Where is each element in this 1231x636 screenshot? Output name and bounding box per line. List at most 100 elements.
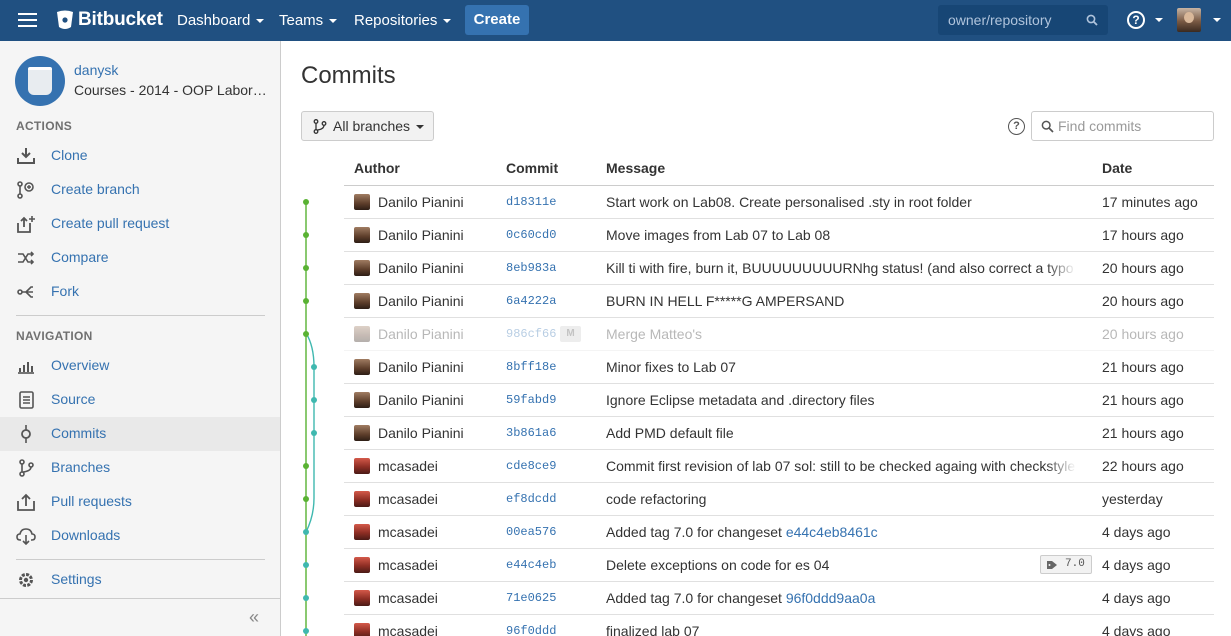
author-avatar: [354, 590, 370, 606]
author-avatar: [354, 458, 370, 474]
commit-date: 22 hours ago: [1102, 458, 1184, 474]
commit-author: Danilo Pianini: [378, 194, 464, 210]
commit-hash-link[interactable]: 8eb983a: [506, 261, 556, 275]
commit-hash-link[interactable]: 00ea576: [506, 525, 556, 539]
repository-name[interactable]: Courses - 2014 - OOP Laboratory: [74, 82, 269, 98]
gear-icon: [19, 573, 33, 587]
commit-author: mcasadei: [378, 590, 438, 606]
sidebar-item-label: Source: [51, 391, 96, 407]
commit-hash-link[interactable]: 3b861a6: [506, 426, 556, 440]
logo-text: Bitbucket: [78, 9, 163, 30]
commit-hash-link[interactable]: cde8ce9: [506, 459, 556, 473]
sidebar-item-fork[interactable]: Fork: [0, 275, 280, 309]
commit-hash-link[interactable]: ef8dcdd: [506, 492, 556, 506]
commit-hash-link[interactable]: 8bff18e: [506, 360, 556, 374]
graph-commit-dot: [303, 463, 309, 469]
commit-row[interactable]: Danilo Pianini 3b861a6 Add PMD default f…: [344, 417, 1214, 450]
commit-row[interactable]: mcasadei e44c4eb Delete exceptions on co…: [344, 549, 1214, 582]
chevron-down-icon: [443, 18, 452, 23]
chevron-down-icon: [329, 18, 338, 23]
commit-date: yesterday: [1102, 491, 1163, 507]
sidebar-item-settings[interactable]: Settings: [0, 563, 280, 597]
commit-hash-link[interactable]: 0c60cd0: [506, 228, 556, 242]
user-chevron-down-icon[interactable]: [1213, 18, 1221, 22]
commit-row[interactable]: Danilo Pianini 8bff18e Minor fixes to La…: [344, 351, 1214, 384]
commit-date: 21 hours ago: [1102, 359, 1184, 375]
sidebar-item-overview[interactable]: Overview: [0, 349, 280, 383]
commit-row[interactable]: Danilo Pianini 8eb983a Kill ti with fire…: [344, 252, 1214, 285]
help-icon[interactable]: ?: [1127, 11, 1145, 29]
changeset-link[interactable]: 96f0ddd9aa0a: [786, 590, 876, 606]
sidebar-item-label: Commits: [51, 425, 107, 441]
commit-row[interactable]: mcasadei cde8ce9 Commit first revision o…: [344, 450, 1214, 483]
pull-requests-icon: [17, 493, 35, 511]
tag-badge[interactable]: 7.0: [1040, 555, 1092, 574]
graph-commit-dot: [303, 232, 309, 238]
commit-row[interactable]: mcasadei ef8dcdd code refactoring yester…: [344, 483, 1214, 516]
search-icon[interactable]: [1086, 14, 1098, 26]
collapse-sidebar-button[interactable]: «: [249, 607, 259, 628]
bitbucket-logo[interactable]: Bitbucket: [56, 9, 163, 31]
commit-hash-link[interactable]: e44c4eb: [506, 558, 556, 572]
sidebar: danysk Courses - 2014 - OOP Laboratory A…: [0, 41, 281, 636]
commit-message: Merge Matteo's: [606, 326, 703, 342]
sidebar-item-label: Branches: [51, 459, 111, 475]
commit-hash-link[interactable]: 96f0ddd: [506, 624, 556, 636]
commit-author: Danilo Pianini: [378, 227, 464, 243]
author-avatar: [354, 326, 370, 342]
commit-row[interactable]: mcasadei 96f0ddd finalized lab 07 4 days…: [344, 615, 1214, 636]
commit-hash-link[interactable]: 6a4222a: [506, 294, 556, 308]
sidebar-item-commits[interactable]: Commits: [0, 417, 280, 451]
author-avatar: [354, 359, 370, 375]
nav-teams[interactable]: Teams: [279, 0, 338, 41]
author-avatar: [354, 425, 370, 441]
downloads-icon: [16, 528, 36, 545]
sidebar-divider: [16, 315, 265, 316]
commit-row[interactable]: Danilo Pianini 59fabd9 Ignore Eclipse me…: [344, 384, 1214, 417]
sidebar-item-branches[interactable]: Branches: [0, 451, 280, 485]
tag-icon: [1047, 561, 1057, 569]
help-chevron-down-icon[interactable]: [1155, 18, 1163, 22]
user-avatar[interactable]: [1177, 8, 1201, 32]
repository-search-input[interactable]: [938, 5, 1083, 35]
graph-commit-dot: [303, 265, 309, 271]
top-navigation-bar: Bitbucket Dashboard Teams Repositories C…: [0, 0, 1231, 41]
sidebar-item-clone[interactable]: Clone: [0, 139, 280, 173]
actions-heading: ACTIONS: [16, 119, 73, 133]
nav-teams-label: Teams: [279, 12, 324, 29]
changeset-link[interactable]: e44c4eb8461c: [786, 524, 878, 540]
repository-avatar[interactable]: [15, 56, 65, 106]
menu-icon[interactable]: [18, 13, 37, 27]
commit-row[interactable]: mcasadei 71e0625 Added tag 7.0 for chang…: [344, 582, 1214, 615]
commit-row[interactable]: Danilo Pianini d18311e Start work on Lab…: [344, 186, 1214, 219]
commit-row[interactable]: Danilo Pianini 6a4222a BURN IN HELL F***…: [344, 285, 1214, 318]
branch-filter-dropdown[interactable]: All branches: [301, 111, 434, 141]
tag-label: 7.0: [1065, 558, 1085, 570]
find-commits-input[interactable]: [1058, 112, 1208, 140]
nav-repositories[interactable]: Repositories: [354, 0, 452, 41]
sidebar-divider: [16, 559, 265, 560]
commit-row-merge[interactable]: Danilo Pianini 986cf66 M Merge Matteo's …: [344, 318, 1214, 351]
repository-owner-link[interactable]: danysk: [74, 62, 118, 78]
sidebar-item-pull-requests[interactable]: Pull requests: [0, 485, 280, 519]
sidebar-item-create-branch[interactable]: Create branch: [0, 173, 280, 207]
sidebar-item-create-pull-request[interactable]: Create pull request: [0, 207, 280, 241]
commit-hash-link[interactable]: 986cf66: [506, 327, 556, 341]
sidebar-item-label: Fork: [51, 283, 79, 299]
author-avatar: [354, 557, 370, 573]
commit-row[interactable]: Danilo Pianini 0c60cd0 Move images from …: [344, 219, 1214, 252]
nav-dashboard[interactable]: Dashboard: [177, 0, 265, 41]
sidebar-item-downloads[interactable]: Downloads: [0, 519, 280, 553]
commit-message: Ignore Eclipse metadata and .directory f…: [606, 392, 875, 408]
commit-row[interactable]: mcasadei 00ea576 Added tag 7.0 for chang…: [344, 516, 1214, 549]
graph-commit-dot: [303, 595, 309, 601]
commit-graph: [303, 199, 317, 636]
commit-date: 20 hours ago: [1102, 260, 1184, 276]
commit-hash-link[interactable]: 71e0625: [506, 591, 556, 605]
commit-hash-link[interactable]: d18311e: [506, 195, 556, 209]
help-icon[interactable]: ?: [1008, 118, 1025, 135]
sidebar-item-compare[interactable]: Compare: [0, 241, 280, 275]
commit-hash-link[interactable]: 59fabd9: [506, 393, 556, 407]
create-button[interactable]: Create: [465, 5, 529, 35]
sidebar-item-source[interactable]: Source: [0, 383, 280, 417]
